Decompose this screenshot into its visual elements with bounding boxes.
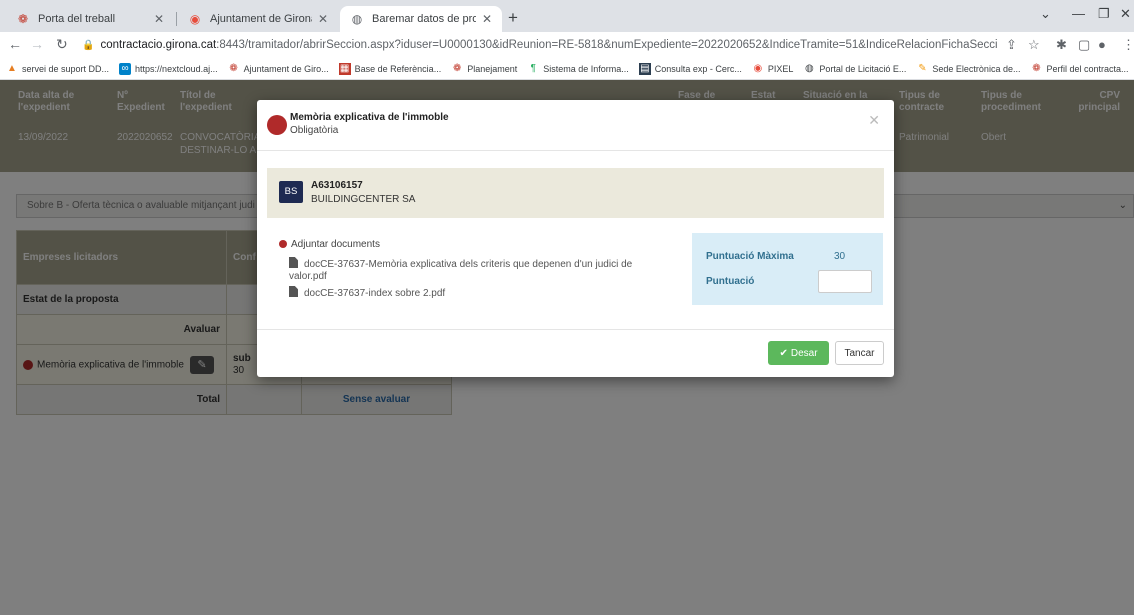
bookmark-item[interactable]: ▲ servei de suport DD... (6, 63, 109, 75)
reload-icon[interactable]: ↻ (56, 36, 68, 53)
girona-favicon-icon: ❁ (17, 12, 29, 26)
new-tab-icon[interactable]: + (508, 8, 518, 28)
star-icon[interactable]: ☆ (1028, 37, 1040, 53)
close-window-icon[interactable]: ✕ (1120, 6, 1131, 22)
profile-icon[interactable]: ● (1098, 37, 1106, 52)
extensions-icon[interactable]: ✱ (1056, 37, 1067, 53)
browser-toolbar: ← → ↻ 🔒 contractacio.girona.cat:8443/tram… (0, 32, 1134, 58)
back-icon[interactable]: ← (8, 36, 22, 52)
minimize-icon[interactable]: — (1072, 6, 1085, 21)
sidepanel-icon[interactable]: ▢ (1078, 37, 1090, 53)
url-path: :8443/tramitador/abrirSeccion.aspx?iduse… (216, 39, 997, 51)
close-tab-icon[interactable]: ✕ (154, 12, 164, 26)
score-label: Puntuació (706, 276, 755, 287)
restore-icon[interactable]: ❐ (1098, 6, 1110, 22)
file-icon (289, 257, 298, 268)
girona-icon: ❁ (229, 63, 238, 74)
globe-favicon-icon: ◍ (351, 12, 363, 26)
close-tab-icon[interactable]: ✕ (482, 12, 492, 26)
close-tab-icon[interactable]: ✕ (318, 12, 328, 26)
scoring-dialog: Memòria explicativa de l'immoble Obligat… (257, 100, 894, 377)
tab-baremar[interactable]: ◍ Baremar datos de propuestas ✕ (340, 6, 502, 32)
dialog-subtitle: Obligatòria (290, 125, 339, 136)
globe-icon: ◍ (804, 63, 814, 74)
tab-label: Porta del treball (38, 13, 116, 25)
forward-icon[interactable]: → (30, 36, 44, 52)
dialog-footer-divider (257, 329, 894, 330)
score-input[interactable] (818, 270, 872, 293)
bookmark-item[interactable]: ¶ Sistema de Informa... (527, 63, 629, 75)
database-icon: ▦ (338, 62, 351, 75)
cancel-button[interactable]: Tancar (835, 341, 884, 365)
bookmark-item[interactable]: ▤ Consulta exp - Cerc... (638, 62, 742, 75)
tab-search-icon[interactable]: ⌄ (1040, 6, 1051, 22)
browser-tabbar: ❁ Porta del treball ✕ ◉ Ajuntament de Gi… (0, 0, 1134, 32)
close-icon[interactable]: ✕ (868, 112, 880, 129)
pixel-favicon-icon: ◉ (189, 12, 201, 26)
bookmark-item[interactable]: ◍ Portal de Licitació E... (803, 63, 906, 75)
save-button[interactable]: ✔ Desar (768, 341, 829, 365)
tab-label: Baremar datos de propuestas (372, 13, 476, 25)
bidder-name: BUILDINGCENTER SA (311, 194, 416, 205)
bookmark-item[interactable]: ∞ https://nextcloud.aj... (119, 62, 218, 75)
bookmark-item[interactable]: ✎ Sede Electrònica de... (916, 63, 1020, 75)
dialog-title: Memòria explicativa de l'immoble (290, 112, 449, 123)
consulta-icon: ▤ (638, 62, 651, 75)
dialog-header: Memòria explicativa de l'immoble Obligat… (257, 100, 894, 151)
tab-label: Ajuntament de Girona - Platafor... (210, 13, 312, 25)
bookmark-item[interactable]: ❁ Perfil del contracta... (1030, 63, 1128, 75)
sede-icon: ✎ (918, 63, 927, 74)
bookmark-item[interactable]: ◉ PIXEL (752, 63, 793, 75)
pixel-icon: ◉ (753, 63, 763, 74)
girona-icon: ❁ (453, 63, 462, 74)
tab-porta-del-treball[interactable]: ❁ Porta del treball ✕ (6, 6, 174, 32)
bookmark-item[interactable]: ❁ Ajuntament de Giro... (228, 63, 328, 75)
bidder-card: BS A63106157 BUILDINGCENTER SA (267, 168, 884, 218)
document-link[interactable]: docCE-37637-index sobre 2.pdf (289, 286, 445, 300)
nextcloud-icon: ∞ (119, 62, 132, 75)
address-bar[interactable]: 🔒 contractacio.girona.cat:8443/tramitador… (82, 36, 997, 55)
file-icon (289, 286, 298, 297)
share-icon[interactable]: ⇪ (1006, 37, 1017, 53)
bookmarks-bar: ▲ servei de suport DD... ∞ https://nextclo… (0, 58, 1134, 80)
max-score-label: Puntuació Màxima (706, 251, 794, 262)
status-dot-icon (267, 115, 287, 135)
check-icon: ✔ (779, 347, 788, 359)
bidder-badge: BS (279, 181, 303, 203)
menu-icon[interactable]: ⋮ (1122, 37, 1134, 53)
bookmark-item[interactable]: ❁ Planejament (451, 63, 517, 75)
bookmark-item[interactable]: ▦ Base de Referència... (338, 62, 441, 75)
girona-icon: ❁ (1032, 63, 1041, 74)
tab-ajuntament-girona[interactable]: ◉ Ajuntament de Girona - Platafor... ✕ (178, 6, 338, 32)
url-host: contractacio.girona.cat (100, 39, 217, 51)
lock-icon: 🔒 (82, 40, 95, 51)
status-dot-icon (279, 240, 287, 249)
cone-icon: ▲ (7, 63, 17, 74)
document-link[interactable]: docCE-37637-Memòria explicativa dels cri… (289, 257, 679, 283)
sistema-icon: ¶ (530, 63, 536, 74)
score-panel: Puntuació Màxima 30 Puntuació (692, 233, 883, 305)
bidder-id: A63106157 (311, 180, 363, 191)
adjuntar-documents: Adjuntar documents (279, 239, 380, 250)
max-score-value: 30 (834, 251, 846, 262)
